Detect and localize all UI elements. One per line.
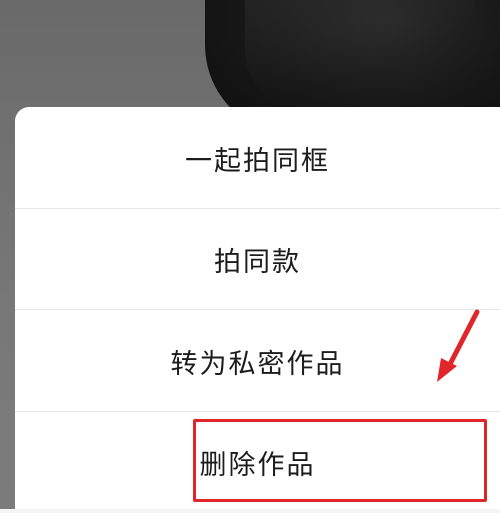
bottom-edge	[0, 509, 500, 513]
highlight-box	[193, 419, 487, 502]
red-arrow-icon	[437, 309, 480, 382]
background-shading	[245, 0, 475, 110]
option-shoot-same-style[interactable]: 拍同款	[15, 209, 500, 310]
option-make-private-label: 转为私密作品	[170, 348, 345, 380]
option-shoot-same-style-label: 拍同款	[214, 247, 301, 278]
option-shoot-together-label: 一起拍同框	[185, 145, 330, 177]
option-shoot-together[interactable]: 一起拍同框	[15, 107, 500, 209]
